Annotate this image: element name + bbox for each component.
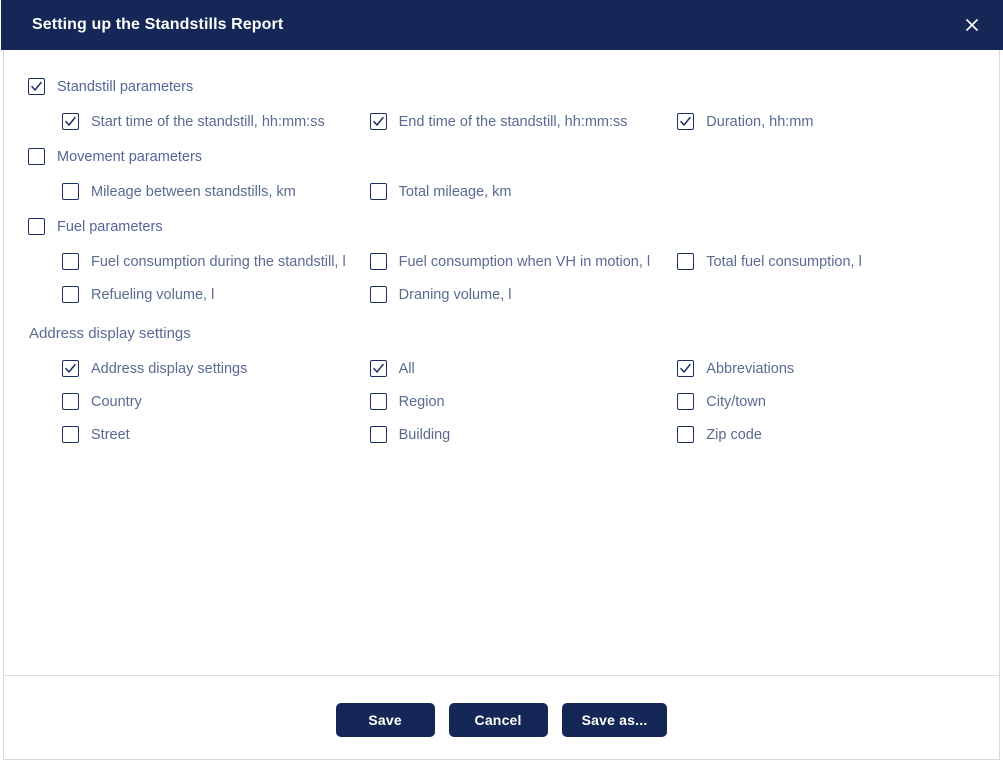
address-r0c1-checkbox[interactable]: [369, 360, 387, 377]
address-display-settings-section: Address display settings Address display …: [28, 311, 975, 451]
group-standstill-r0c0-item: Start time of the standstill, hh:mm:ss: [62, 113, 370, 130]
group-fuel-r0c0-label[interactable]: Fuel consumption during the standstill, …: [91, 254, 346, 270]
address-r1c1-item: Region: [369, 393, 678, 410]
group-fuel-r0c1-item: Fuel consumption when VH in motion, l: [369, 253, 678, 270]
dialog-titlebar: Setting up the Standstills Report: [1, 0, 1003, 50]
address-r0c1-item: All: [369, 360, 678, 377]
address-r1c2-label[interactable]: City/town: [706, 394, 766, 410]
address-r2c1-item: Building: [369, 426, 678, 443]
address-r1c2-item: City/town: [677, 393, 975, 410]
group-movement-header-row: Movement parameters: [28, 138, 975, 175]
address-r2c2-label[interactable]: Zip code: [706, 427, 762, 443]
address-r1c2-checkbox[interactable]: [677, 393, 695, 410]
dialog-title: Setting up the Standstills Report: [32, 16, 284, 33]
address-r0c0-label[interactable]: Address display settings: [91, 361, 247, 377]
group-fuel-row: Fuel consumption during the standstill, …: [28, 245, 975, 278]
address-r2c2-item: Zip code: [677, 426, 975, 443]
address-r2c1-label[interactable]: Building: [399, 427, 451, 443]
group-fuel-r0c1-label[interactable]: Fuel consumption when VH in motion, l: [399, 254, 650, 270]
address-r2c1-checkbox[interactable]: [369, 426, 387, 443]
address-r0c2-checkbox[interactable]: [677, 360, 695, 377]
group-fuel: Fuel parameters Fuel consumption during t…: [28, 208, 975, 311]
address-r0c2-label[interactable]: Abbreviations: [706, 361, 794, 377]
cancel-button[interactable]: Cancel: [448, 703, 548, 737]
group-fuel-header-checkbox[interactable]: [28, 218, 45, 235]
group-fuel-r0c2-label[interactable]: Total fuel consumption, l: [706, 254, 862, 270]
group-movement-header: Movement parameters: [28, 148, 338, 165]
address-row: Street Building Zip code: [28, 418, 975, 451]
group-fuel-header-row: Fuel parameters: [28, 208, 975, 245]
group-fuel-r0c0-item: Fuel consumption during the standstill, …: [62, 253, 370, 270]
group-fuel-r1c0-item: Refueling volume, l: [62, 286, 370, 303]
dialog-body: Standstill parameters Start time of the s…: [4, 50, 999, 675]
group-movement-r0c1-item: Total mileage, km: [369, 183, 678, 200]
group-movement-header-checkbox[interactable]: [28, 148, 45, 165]
group-fuel-r1c1-checkbox[interactable]: [369, 286, 387, 303]
close-icon[interactable]: [958, 11, 986, 39]
address-row: Country Region City/town: [28, 385, 975, 418]
address-r2c0-item: Street: [62, 426, 370, 443]
address-r1c1-checkbox[interactable]: [369, 393, 387, 410]
address-r1c0-label[interactable]: Country: [91, 394, 142, 410]
group-standstill-header-checkbox[interactable]: [28, 78, 45, 95]
group-movement-header-label[interactable]: Movement parameters: [57, 149, 202, 165]
group-standstill-r0c1-item: End time of the standstill, hh:mm:ss: [369, 113, 678, 130]
group-movement-row: Mileage between standstills, km Total mil…: [28, 175, 975, 208]
group-fuel-r1c0-label[interactable]: Refueling volume, l: [91, 287, 214, 303]
group-standstill-r0c0-checkbox[interactable]: [62, 113, 79, 130]
group-standstill: Standstill parameters Start time of the s…: [28, 68, 975, 138]
address-r1c0-item: Country: [62, 393, 370, 410]
group-movement-r0c0-checkbox[interactable]: [62, 183, 79, 200]
group-standstill-row: Start time of the standstill, hh:mm:ss En…: [28, 105, 975, 138]
group-fuel-r1c1-item: Draning volume, l: [369, 286, 678, 303]
group-fuel-r1c1-label[interactable]: Draning volume, l: [399, 287, 512, 303]
address-r0c1-label[interactable]: All: [399, 361, 415, 377]
address-r1c0-checkbox[interactable]: [62, 393, 79, 410]
standstills-report-dialog: Setting up the Standstills Report Stands…: [1, 0, 1003, 760]
save-button[interactable]: Save: [335, 703, 435, 737]
address-display-settings-heading: Address display settings: [29, 325, 191, 342]
group-standstill-header: Standstill parameters: [28, 78, 338, 95]
group-standstill-r0c0-label[interactable]: Start time of the standstill, hh:mm:ss: [91, 114, 325, 130]
group-standstill-r0c2-label[interactable]: Duration, hh:mm: [706, 114, 813, 130]
address-r1c1-label[interactable]: Region: [399, 394, 445, 410]
group-movement-r0c0-item: Mileage between standstills, km: [62, 183, 370, 200]
save-as-button[interactable]: Save as...: [561, 703, 668, 737]
address-r0c0-checkbox[interactable]: [62, 360, 79, 377]
address-row: Address display settings All Abbreviations: [28, 352, 975, 385]
address-r0c0-item: Address display settings: [62, 360, 370, 377]
group-fuel-row: Refueling volume, l Draning volume, l: [28, 278, 975, 311]
group-movement-r0c1-checkbox[interactable]: [369, 183, 387, 200]
group-standstill-header-row: Standstill parameters: [28, 68, 975, 105]
group-movement-r0c1-label[interactable]: Total mileage, km: [399, 184, 512, 200]
parameter-groups: Standstill parameters Start time of the s…: [28, 68, 975, 311]
address-r2c0-checkbox[interactable]: [62, 426, 79, 443]
address-r0c2-item: Abbreviations: [677, 360, 975, 377]
address-r2c2-checkbox[interactable]: [677, 426, 695, 443]
group-fuel-r0c0-checkbox[interactable]: [62, 253, 79, 270]
group-fuel-r0c1-checkbox[interactable]: [369, 253, 387, 270]
group-fuel-r0c2-checkbox[interactable]: [677, 253, 695, 270]
group-standstill-r0c1-label[interactable]: End time of the standstill, hh:mm:ss: [399, 114, 628, 130]
group-standstill-r0c2-item: Duration, hh:mm: [677, 113, 975, 130]
dialog-footer: Save Cancel Save as...: [4, 676, 999, 759]
background-page-bleed: [0, 757, 1003, 764]
group-standstill-header-label[interactable]: Standstill parameters: [57, 79, 193, 95]
address-r2c0-label[interactable]: Street: [91, 427, 130, 443]
group-fuel-header-label[interactable]: Fuel parameters: [57, 219, 163, 235]
group-fuel-r0c2-item: Total fuel consumption, l: [677, 253, 975, 270]
group-fuel-header: Fuel parameters: [28, 218, 338, 235]
group-movement-r0c0-label[interactable]: Mileage between standstills, km: [91, 184, 296, 200]
group-standstill-r0c2-checkbox[interactable]: [677, 113, 695, 130]
group-standstill-r0c1-checkbox[interactable]: [369, 113, 387, 130]
group-movement: Movement parameters Mileage between stand…: [28, 138, 975, 208]
group-fuel-r1c0-checkbox[interactable]: [62, 286, 79, 303]
